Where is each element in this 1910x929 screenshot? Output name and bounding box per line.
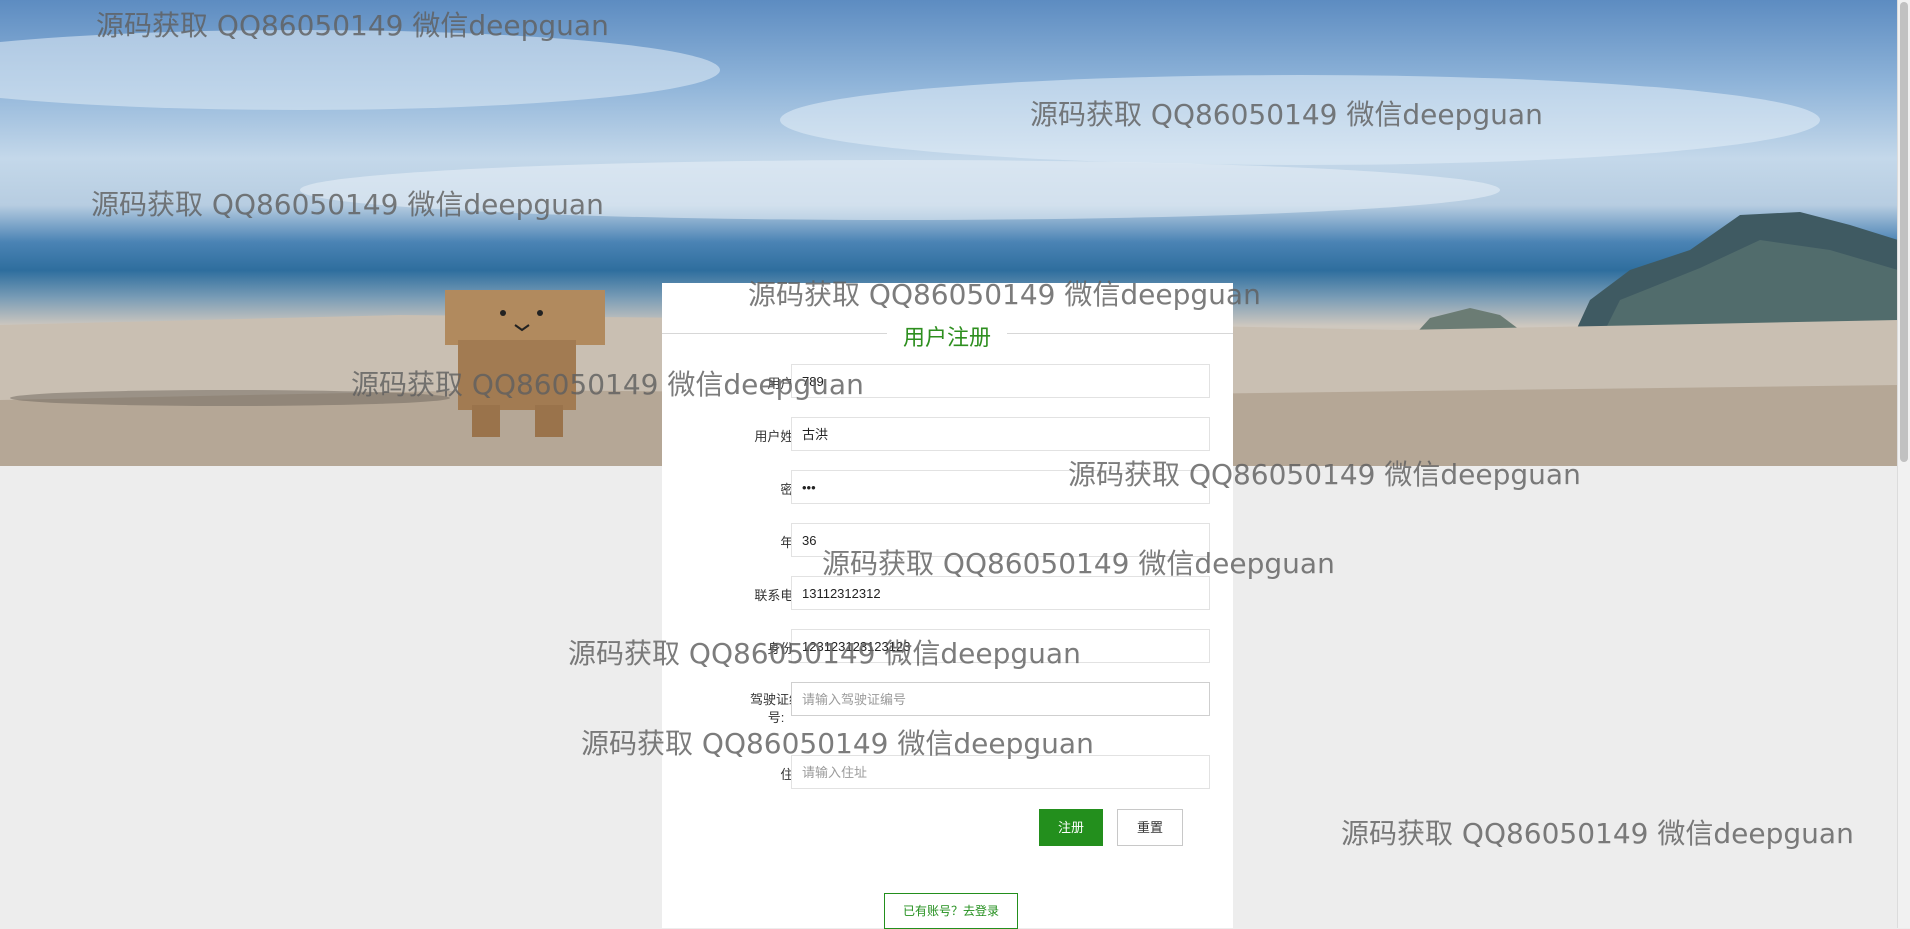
register-button[interactable]: 注册 [1039, 809, 1103, 846]
password-input[interactable]: ••• [791, 470, 1210, 504]
scrollbar-thumb[interactable] [1900, 2, 1908, 462]
watermark-text: 源码获取 QQ86050149 微信deepguan [1341, 817, 1854, 850]
fullname-input[interactable]: 古洪 [791, 417, 1210, 451]
go-login-link[interactable]: 已有账号？去登录 [884, 893, 1018, 929]
page-scrollbar[interactable] [1897, 0, 1910, 928]
title-divider-right [1007, 333, 1233, 334]
id-card-input[interactable]: 123123123123123 [791, 629, 1210, 663]
title-divider-left [662, 333, 887, 334]
register-card: 用户注册 用户名: 789 用户姓名: 古洪 密码: ••• 年龄: 36 联系… [662, 283, 1233, 929]
reset-button[interactable]: 重置 [1117, 809, 1183, 846]
address-input[interactable]: 请输入住址 [791, 755, 1210, 789]
phone-input[interactable]: 13112312312 [791, 576, 1210, 610]
form-title: 用户注册 [902, 325, 991, 350]
form-header: 用户注册 [662, 318, 1233, 350]
license-number-input[interactable]: 请输入驾驶证编号 [791, 682, 1210, 716]
username-input[interactable]: 789 [791, 364, 1210, 398]
age-input[interactable]: 36 [791, 523, 1210, 557]
